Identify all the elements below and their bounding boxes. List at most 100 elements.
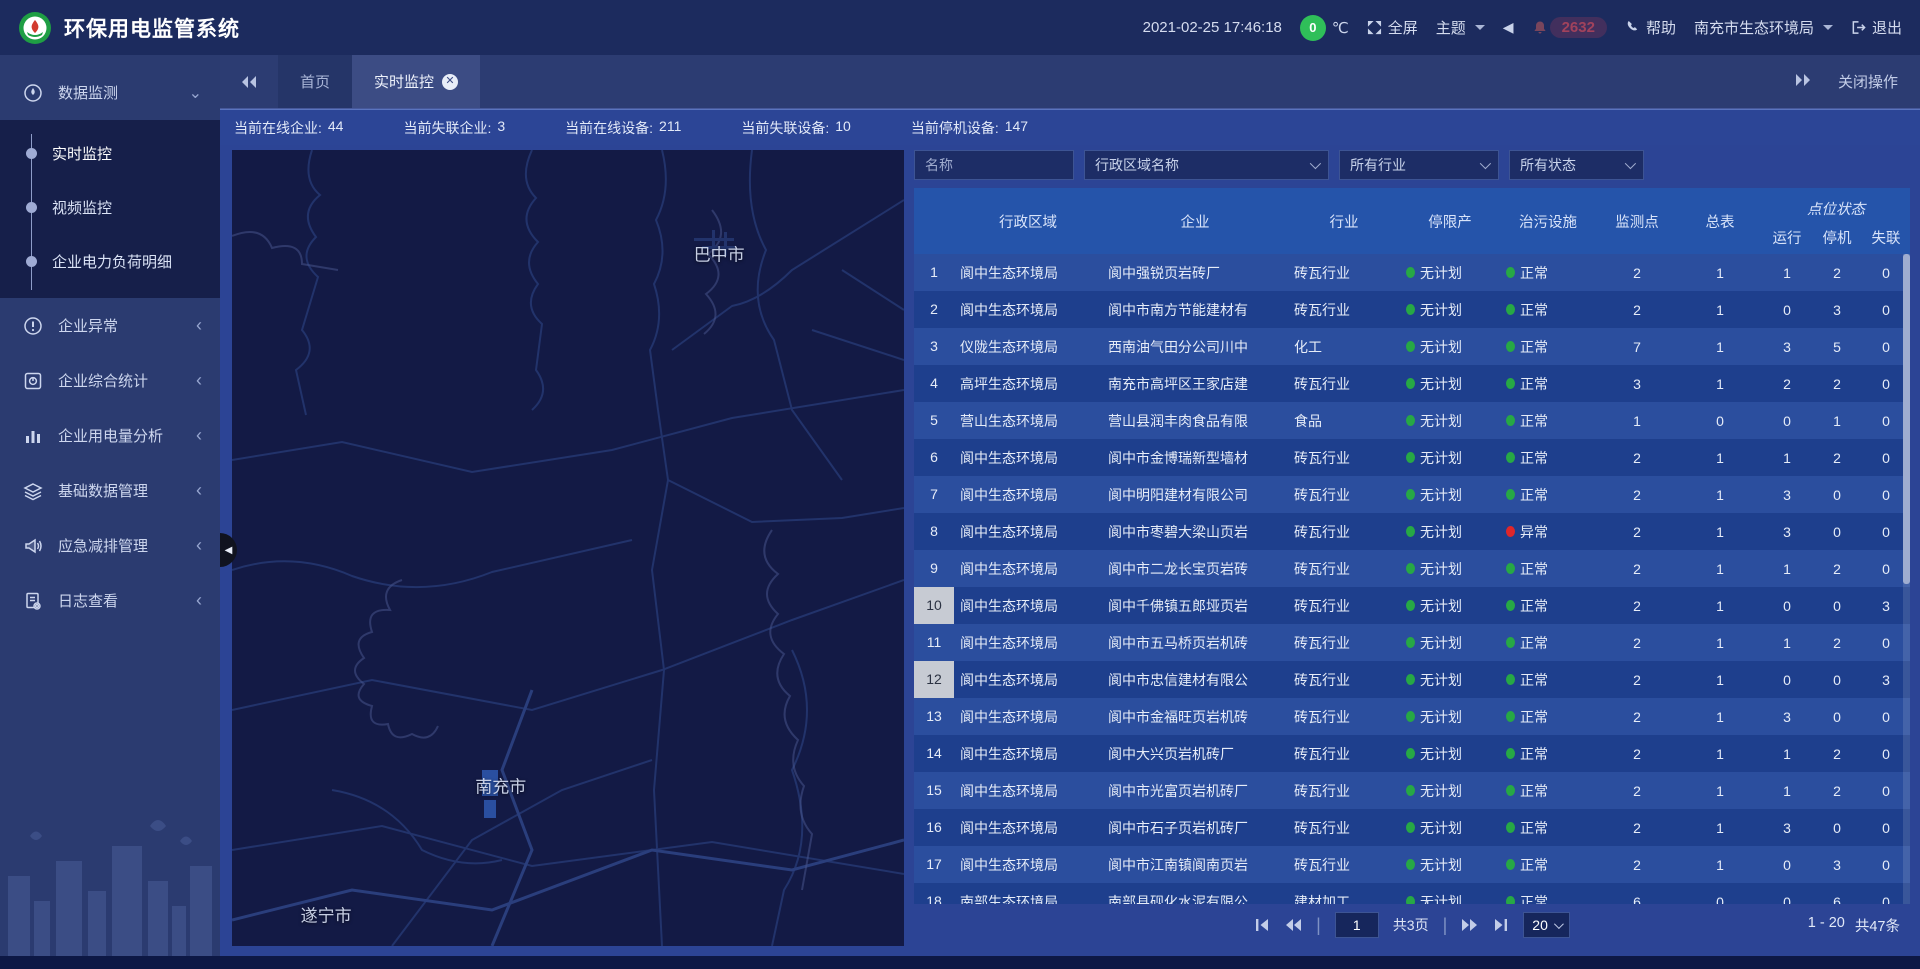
cell-region: 阆中生态环境局 [954,855,1102,875]
cell-run: 0 [1762,672,1812,688]
cell-facility: 正常 [1500,411,1596,431]
table-row[interactable]: 6阆中生态环境局阆中市金博瑞新型墙材砖瓦行业无计划正常21120 [914,439,1910,476]
map-pin-icon[interactable] [723,448,745,470]
next-page-icon [1461,918,1479,932]
cell-meter: 0 [1678,894,1762,905]
chevron-left-icon: ‹ [196,425,202,446]
sidebar-item-label: 企业综合统计 [58,370,196,391]
table-row[interactable]: 18南部生态环境局南部县砚化水泥有限公建材加工无计划正常60060 [914,883,1910,904]
tabs-scroll-right-button[interactable] [1794,73,1812,90]
table-panel: 行政区域名称 所有行业 所有状态 [914,150,1910,946]
tabs-scroll-left-button[interactable] [220,55,278,108]
help-button[interactable]: 帮助 [1625,17,1676,38]
map-pin-icon[interactable] [493,335,515,357]
status-dot-green [1406,526,1415,537]
tab-realtime-monitor[interactable]: 实时监控 ✕ [352,55,480,108]
chart-icon [22,426,44,446]
map-pin-icon[interactable] [487,795,509,817]
close-tab-icon[interactable]: ✕ [442,74,458,90]
cell-facility: 正常 [1500,596,1596,616]
table-row[interactable]: 5营山生态环境局营山县润丰肉食品有限食品无计划正常10010 [914,402,1910,439]
sidebar-subitem-实时监控[interactable]: 实时监控 [0,126,220,180]
table-row[interactable]: 11阆中生态环境局阆中市五马桥页岩机砖砖瓦行业无计划正常21120 [914,624,1910,661]
prev-page-button[interactable] [1284,918,1302,932]
cell-run: 1 [1762,635,1812,651]
table-row[interactable]: 7阆中生态环境局阆中明阳建材有限公司砖瓦行业无计划正常21300 [914,476,1910,513]
table-row[interactable]: 14阆中生态环境局阆中大兴页岩机砖厂砖瓦行业无计划正常21120 [914,735,1910,772]
cell-monitor: 2 [1596,302,1678,318]
last-page-button[interactable] [1493,918,1509,932]
table-row[interactable]: 1阆中生态环境局阆中强锐页岩砖厂砖瓦行业无计划正常21120 [914,254,1910,291]
status-text: 无计划 [1420,559,1462,579]
table-row[interactable]: 10阆中生态环境局阆中千佛镇五郎垭页岩砖瓦行业无计划正常21003 [914,587,1910,624]
map-pin-icon[interactable] [448,381,470,403]
table-scrollbar-thumb[interactable] [1903,254,1910,584]
cell-facility: 正常 [1500,892,1596,905]
status-text: 无计划 [1420,781,1462,801]
map-pin-icon[interactable] [355,336,377,358]
cell-monitor: 2 [1596,857,1678,873]
map-pin-icon[interactable] [428,395,450,417]
name-search-input[interactable] [914,150,1074,180]
sidebar-item-企业用电量分析[interactable]: 企业用电量分析‹ [0,408,220,463]
map-pin-icon[interactable] [438,330,460,352]
fullscreen-button[interactable]: 全屏 [1367,17,1418,38]
org-menu-button[interactable]: 南充市生态环境局 [1694,17,1833,38]
cell-region: 阆中生态环境局 [954,300,1102,320]
sidebar-item-企业异常[interactable]: 企业异常‹ [0,298,220,353]
map-pin-icon[interactable] [645,630,667,652]
city-label-巴中市: 巴中市 [694,240,745,265]
table-row[interactable]: 3仪陇生态环境局西南油气田分公司川中化工无计划正常71350 [914,328,1910,365]
sidebar-item-基础数据管理[interactable]: 基础数据管理‹ [0,463,220,518]
cell-halt: 0 [1812,598,1862,614]
first-page-button[interactable] [1254,918,1270,932]
map-pin-icon[interactable] [550,293,572,315]
map-pin-icon[interactable] [478,381,500,403]
map-pin-icon[interactable] [427,443,449,465]
col-lost-header: 失联 [1862,227,1910,248]
cell-enterprise: 阆中市石子页岩机砖厂 [1102,818,1288,838]
region-select[interactable]: 行政区域名称 [1084,150,1329,180]
sidebar-item-企业综合统计[interactable]: 企业综合统计‹ [0,353,220,408]
map-pin-icon[interactable] [475,488,497,510]
logout-button[interactable]: 退出 [1851,17,1902,38]
status-dot-green [1406,785,1415,796]
map-pin-icon[interactable] [458,451,480,473]
mute-button[interactable]: ◀ [1503,19,1514,36]
sidebar-item-数据监测[interactable]: 数据监测⌄ [0,65,220,120]
sidebar-item-日志查看[interactable]: 日志查看‹ [0,573,220,628]
table-row[interactable]: 17阆中生态环境局阆中市江南镇阆南页岩砖瓦行业无计划正常21030 [914,846,1910,883]
page-number-input[interactable] [1335,912,1379,938]
sidebar-subitem-视频监控[interactable]: 视频监控 [0,180,220,234]
map-pin-icon[interactable] [395,343,417,365]
table-row[interactable]: 4高坪生态环境局南充市高坪区王家店建砖瓦行业无计划正常31220 [914,365,1910,402]
status-select[interactable]: 所有状态 [1509,150,1644,180]
cell-facility: 正常 [1500,559,1596,579]
status-dot-green [1506,637,1515,648]
notifications-button[interactable]: 2632 [1532,17,1607,38]
row-index: 1 [914,254,954,291]
table-scrollbar[interactable] [1903,254,1910,904]
table-row[interactable]: 15阆中生态环境局阆中市光富页岩机砖厂砖瓦行业无计划正常21120 [914,772,1910,809]
col-region-header: 行政区域 [954,188,1102,254]
cell-enterprise: 阆中千佛镇五郎垭页岩 [1102,596,1288,616]
close-operations-button[interactable]: 关闭操作 [1838,71,1898,92]
sidebar-item-应急减排管理[interactable]: 应急减排管理‹ [0,518,220,573]
table-row[interactable]: 9阆中生态环境局阆中市二龙长宝页岩砖砖瓦行业无计划正常21120 [914,550,1910,587]
tab-home[interactable]: 首页 [278,55,352,108]
table-row[interactable]: 2阆中生态环境局阆中市南方节能建材有砖瓦行业无计划正常21030 [914,291,1910,328]
page-size-select[interactable]: 20 [1523,912,1570,938]
table-row[interactable]: 8阆中生态环境局阆中市枣碧大梁山页岩砖瓦行业无计划异常21300 [914,513,1910,550]
table-row[interactable]: 12阆中生态环境局阆中市忠信建材有限公砖瓦行业无计划正常21003 [914,661,1910,698]
map-panel[interactable]: 巴中市南充市遂宁市 [232,150,904,946]
table-row[interactable]: 16阆中生态环境局阆中市石子页岩机砖厂砖瓦行业无计划正常21300 [914,809,1910,846]
cell-stop: 无计划 [1400,892,1500,905]
stat-item: 当前在线设备:211 [565,118,681,138]
table-row[interactable]: 13阆中生态环境局阆中市金福旺页岩机砖砖瓦行业无计划正常21300 [914,698,1910,735]
cell-industry: 砖瓦行业 [1288,744,1400,764]
next-page-button[interactable] [1461,918,1479,932]
sidebar-subitem-企业电力负荷明细[interactable]: 企业电力负荷明细 [0,234,220,288]
industry-select[interactable]: 所有行业 [1339,150,1499,180]
theme-menu-button[interactable]: 主题 [1436,17,1485,38]
cell-monitor: 2 [1596,450,1678,466]
